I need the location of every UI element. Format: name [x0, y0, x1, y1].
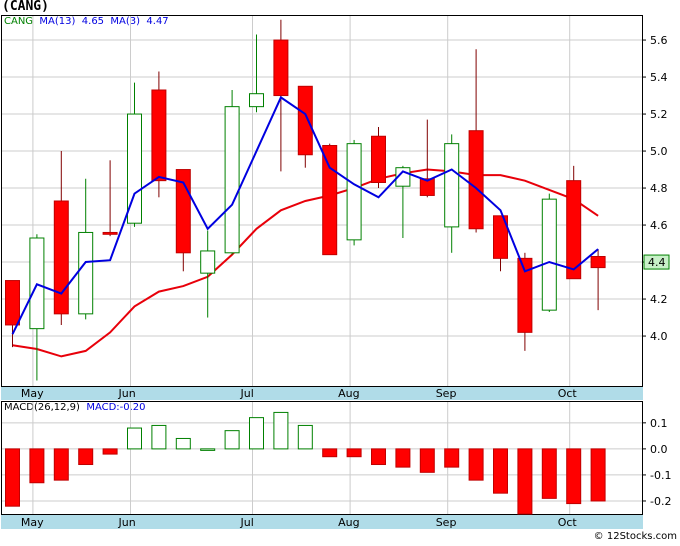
candle-body — [151, 89, 167, 182]
price-tick-label: 4.2 — [650, 293, 668, 306]
price-tick-label: 4.0 — [650, 330, 668, 343]
macd-axis-band — [1, 515, 643, 529]
price-tick-label: 5.2 — [650, 108, 668, 121]
macd-bar — [590, 448, 606, 502]
macd-bar — [517, 448, 533, 515]
macd-month-label: Jul — [240, 516, 254, 529]
candle — [371, 127, 386, 189]
macd-bar — [493, 448, 508, 494]
price-tick-label: 4.6 — [650, 219, 668, 232]
price-month-label: May — [21, 387, 44, 400]
price-month-label: Jul — [240, 387, 254, 400]
candle-body — [371, 135, 386, 183]
candle — [5, 280, 20, 348]
candle — [29, 234, 45, 381]
macd-bar — [175, 437, 191, 450]
macd-bar — [102, 448, 118, 455]
macd-bar — [249, 417, 264, 450]
candle-body — [566, 180, 582, 280]
macd-month-label: Oct — [558, 516, 578, 529]
candle-body — [5, 280, 20, 326]
candle — [419, 119, 435, 198]
candle — [53, 151, 69, 325]
price-tick-label: 5.0 — [650, 145, 668, 158]
candle-body — [444, 143, 460, 228]
candle — [200, 230, 216, 318]
candle — [541, 193, 557, 312]
candle-body — [273, 39, 289, 97]
price-axis-band — [1, 387, 643, 400]
candle-body — [590, 256, 606, 269]
macd-bar — [468, 448, 484, 481]
candle — [322, 143, 338, 256]
candle — [224, 90, 240, 255]
macd-tick-label: 0.0 — [650, 443, 668, 456]
price-month-label: Jun — [118, 387, 136, 400]
candle — [78, 178, 94, 320]
candle — [590, 249, 606, 311]
candle-body — [224, 106, 240, 254]
macd-bar — [346, 448, 362, 458]
macd-bar — [566, 448, 582, 505]
stock-chart: (CANG) CANG MA(13) 4.65 MA(3) 4.47 MACD(… — [0, 0, 680, 546]
macd-bar — [53, 448, 69, 481]
macd-tick-label: 0.1 — [650, 417, 668, 430]
candle-body — [53, 200, 69, 315]
candle — [566, 165, 582, 280]
macd-bar — [297, 424, 313, 450]
candle — [249, 34, 264, 113]
candle — [175, 169, 191, 272]
macd-bar — [224, 430, 240, 450]
macd-bar — [322, 448, 338, 458]
macd-bar — [200, 448, 216, 451]
candle-body — [541, 198, 557, 311]
candle-body — [102, 231, 118, 235]
price-tick-label: 5.6 — [650, 34, 668, 47]
price-month-label: Oct — [558, 387, 578, 400]
ma13-line — [12, 168, 599, 358]
macd-bar — [273, 411, 289, 450]
macd-month-label: Sep — [436, 516, 457, 529]
last-price-label: 4.4 — [648, 256, 666, 269]
price-tick-label: 4.8 — [650, 182, 668, 195]
candle — [273, 19, 289, 172]
macd-month-label: May — [21, 516, 44, 529]
macd-tick-label: -0.1 — [650, 469, 671, 482]
macd-bar — [127, 427, 142, 450]
macd-bar — [371, 448, 386, 466]
candle-body — [200, 250, 216, 274]
chart-canvas: 4.04.24.44.64.85.05.25.45.64.4MayMayJunJ… — [1, 15, 671, 529]
macd-bar — [78, 448, 94, 466]
macd-bar — [444, 448, 460, 468]
candle-body — [297, 85, 313, 156]
macd-bar — [541, 448, 557, 499]
macd-bar — [151, 424, 167, 450]
macd-month-label: Aug — [338, 516, 359, 529]
price-month-label: Aug — [338, 387, 359, 400]
candle — [444, 134, 460, 253]
macd-bar — [419, 448, 435, 473]
macd-tick-label: -0.2 — [650, 495, 671, 508]
price-month-label: Sep — [436, 387, 457, 400]
candle-body — [322, 145, 338, 256]
macd-bar — [29, 448, 45, 484]
macd-bar — [395, 448, 411, 468]
candle-body — [468, 130, 484, 230]
candle — [346, 139, 362, 246]
macd-bar — [5, 448, 20, 507]
price-tick-label: 5.4 — [650, 71, 668, 84]
candle-body — [346, 143, 362, 241]
candle-body — [249, 93, 264, 108]
candle-body — [78, 231, 94, 315]
macd-month-label: Jun — [118, 516, 136, 529]
